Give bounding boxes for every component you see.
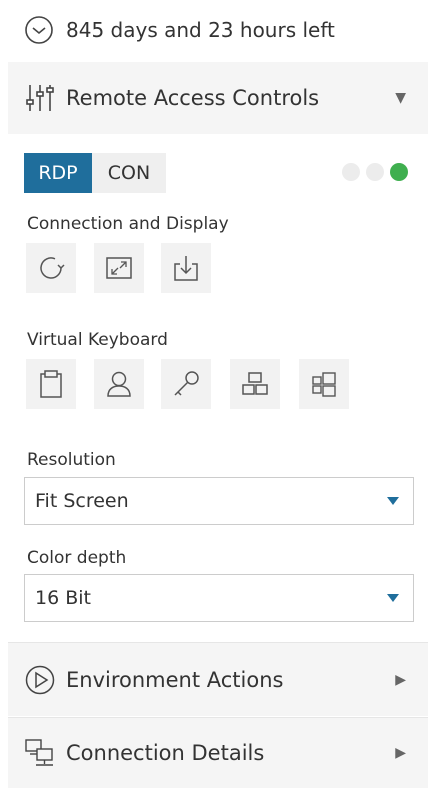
reconnect-button[interactable] <box>26 243 76 293</box>
virtual-keyboard-label: Virtual Keyboard <box>27 330 168 350</box>
status-dot <box>366 163 384 181</box>
section-title: Remote Access Controls <box>66 86 320 110</box>
tab-rdp[interactable]: RDP <box>24 153 92 193</box>
connection-status <box>342 163 408 181</box>
key-icon <box>174 371 199 396</box>
connection-display-label: Connection and Display <box>27 214 229 234</box>
resolution-label: Resolution <box>27 450 116 470</box>
user-button[interactable] <box>94 359 144 409</box>
color-depth-label: Color depth <box>27 548 127 568</box>
section-title: Environment Actions <box>66 667 284 692</box>
color-depth-select[interactable]: 16 Bit <box>24 574 414 622</box>
tab-con[interactable]: CON <box>92 153 166 193</box>
chevron-right-icon: ▶ <box>395 745 406 761</box>
clock-icon <box>25 16 53 44</box>
fullscreen-button[interactable] <box>94 243 144 293</box>
chevron-down-icon: ▼ <box>395 90 406 106</box>
play-circle-icon <box>24 664 56 696</box>
download-icon <box>174 256 198 281</box>
reconnect-icon <box>40 257 65 279</box>
network-icon <box>24 737 56 769</box>
environment-actions-header[interactable]: Environment Actions ▶ <box>8 642 428 716</box>
clipboard-icon <box>40 370 62 398</box>
caret-down-icon <box>387 497 399 505</box>
color-depth-value: 16 Bit <box>35 587 91 609</box>
chevron-right-icon: ▶ <box>395 671 406 688</box>
sliders-icon <box>24 82 56 114</box>
clipboard-button[interactable] <box>26 359 76 409</box>
resolution-value: Fit Screen <box>35 490 129 512</box>
ctrl-alt-del-button[interactable] <box>230 359 280 409</box>
user-icon <box>107 371 131 397</box>
ctrl-alt-del-icon <box>242 372 268 395</box>
windows-key-icon <box>312 372 336 397</box>
caret-down-icon <box>387 594 399 602</box>
status-dot <box>342 163 360 181</box>
status-dot-active <box>390 163 408 181</box>
connection-details-header[interactable]: Connection Details ▶ <box>8 717 428 788</box>
protocol-tabs: RDP CON <box>24 153 166 193</box>
windows-key-button[interactable] <box>299 359 349 409</box>
key-button[interactable] <box>161 359 211 409</box>
time-remaining: 845 days and 23 hours left <box>0 0 428 60</box>
fullscreen-icon <box>106 257 132 279</box>
remote-access-controls-header[interactable]: Remote Access Controls ▼ <box>8 62 428 134</box>
section-title: Connection Details <box>66 741 265 765</box>
resolution-select[interactable]: Fit Screen <box>24 477 414 525</box>
download-button[interactable] <box>161 243 211 293</box>
countdown-text: 845 days and 23 hours left <box>66 18 335 42</box>
remote-access-panel: 845 days and 23 hours left Remote Access… <box>0 0 428 788</box>
